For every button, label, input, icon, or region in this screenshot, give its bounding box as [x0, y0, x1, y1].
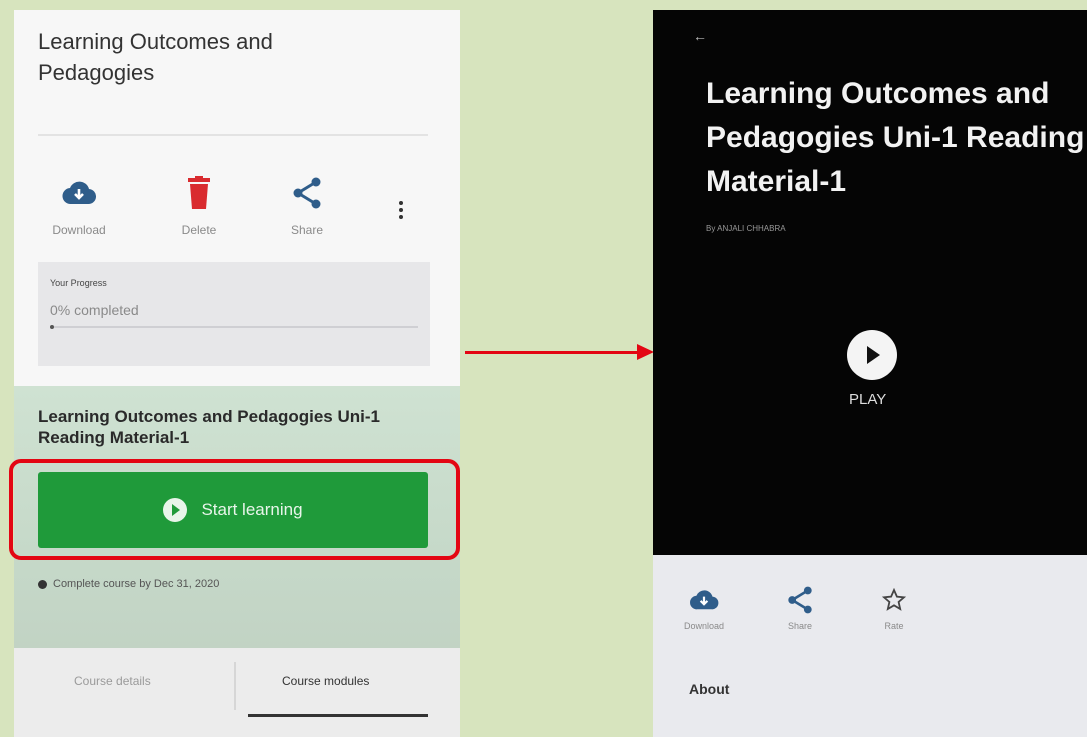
share-button[interactable]: Share [262, 175, 352, 237]
download-label: Download [52, 223, 106, 237]
content-author: By ANJALI CHHABRA [706, 224, 786, 233]
progress-card: Your Progress 0% completed [38, 262, 430, 366]
complete-by-note: Complete course by Dec 31, 2020 [38, 578, 219, 590]
share-icon [765, 585, 835, 615]
delete-label: Delete [181, 223, 217, 237]
course-overview-screen: Learning Outcomes and Pedagogies Downloa… [14, 10, 460, 737]
active-tab-indicator [248, 714, 428, 717]
tab-bar: Course details Course modules [14, 648, 460, 737]
highlight-callout [9, 459, 460, 560]
content-title: Learning Outcomes and Pedagogies Uni-1 R… [706, 77, 1085, 198]
play-label[interactable]: PLAY [849, 391, 886, 408]
share-icon [262, 175, 352, 211]
arrow-line [465, 351, 639, 354]
share-button[interactable]: Share [765, 585, 835, 631]
download-button[interactable]: Download [34, 175, 124, 237]
arrow-head-icon [637, 344, 654, 360]
progress-value: 0% completed [50, 302, 139, 318]
content-player-screen: ← Learning Outcomes and Pedagogies Uni-1… [653, 10, 1087, 737]
cloud-download-icon [669, 585, 739, 615]
complete-by-text: Complete course by Dec 31, 2020 [53, 578, 220, 590]
tab-course-modules[interactable]: Course modules [282, 674, 369, 688]
tab-course-details[interactable]: Course details [74, 674, 151, 688]
divider [38, 134, 428, 136]
more-vertical-icon[interactable] [399, 198, 403, 222]
share-label: Share [290, 223, 324, 237]
module-title: Learning Outcomes and Pedagogies Uni-1 R… [38, 407, 380, 447]
download-button[interactable]: Download [669, 585, 739, 631]
back-arrow-icon[interactable]: ← [693, 28, 707, 44]
trash-icon [154, 175, 244, 211]
rate-button[interactable]: Rate [859, 585, 929, 631]
course-title: Learning Outcomes and Pedagogies [38, 29, 273, 85]
play-button[interactable] [847, 330, 897, 380]
delete-button[interactable]: Delete [154, 175, 244, 237]
progress-bar-fill [50, 325, 54, 329]
progress-title: Your Progress [50, 278, 107, 288]
cloud-download-icon [34, 175, 124, 211]
download-label: Download [683, 621, 725, 631]
tab-separator [234, 662, 236, 710]
share-label: Share [787, 621, 813, 631]
about-section-heading[interactable]: About [689, 681, 729, 697]
star-icon [859, 585, 929, 615]
content-actions-panel: Download Share Rate About [653, 555, 1087, 737]
rate-label: Rate [884, 621, 904, 631]
info-icon [38, 579, 47, 589]
progress-bar [50, 325, 418, 329]
